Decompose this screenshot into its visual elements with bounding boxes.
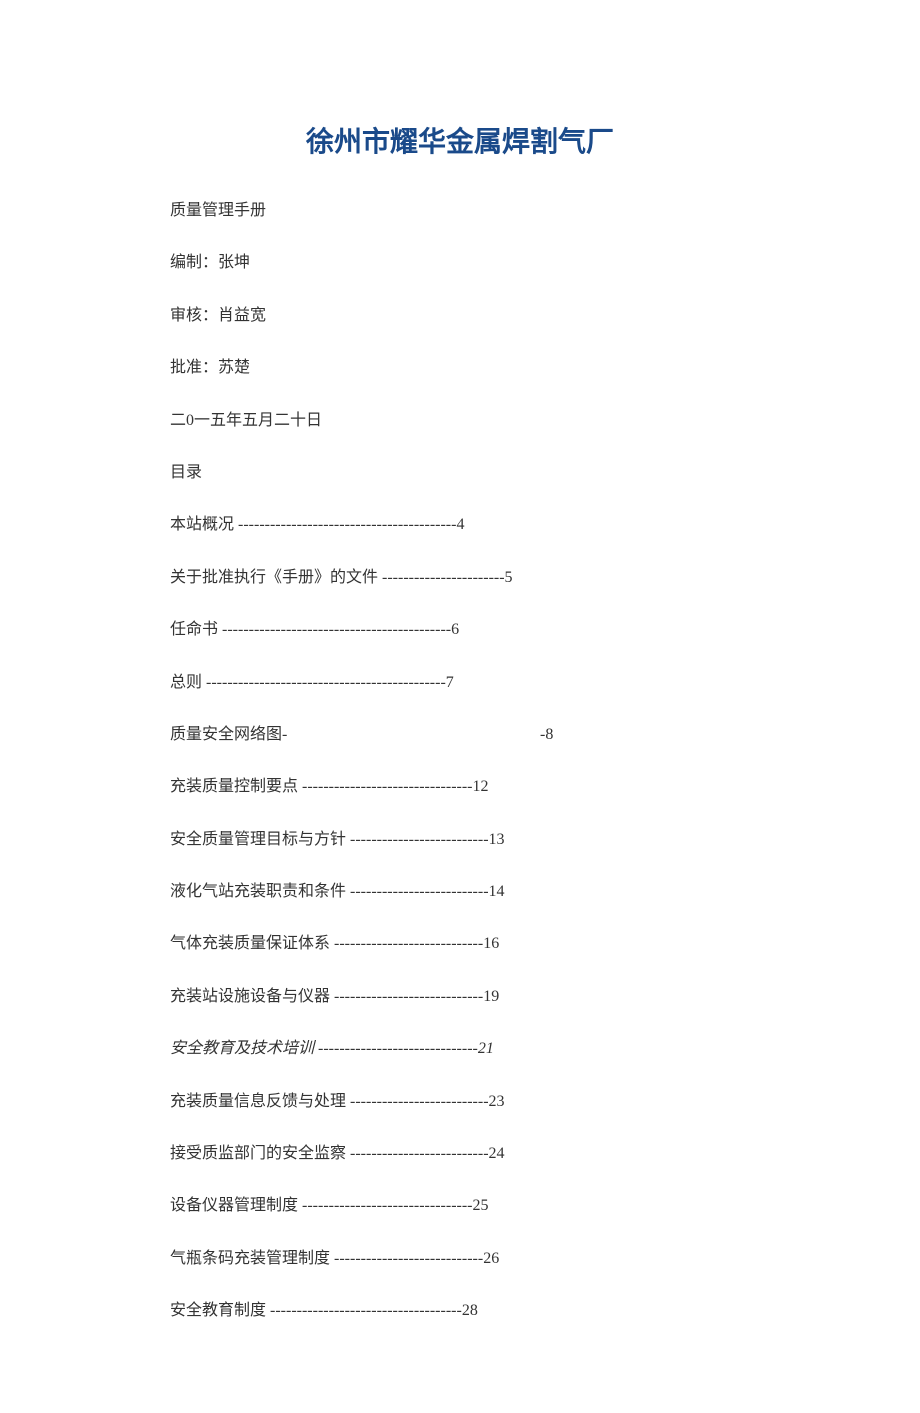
toc-entry-label: 质量安全网络图- [170,724,540,746]
toc-entry: 液化气站充装职责和条件 --------------------------14 [170,881,750,903]
toc-entry: 气瓶条码充装管理制度 ----------------------------2… [170,1248,750,1270]
toc-entry: 充装质量控制要点 -------------------------------… [170,776,750,798]
manual-line: 质量管理手册 [170,200,750,222]
toc-entry: 接受质监部门的安全监察 --------------------------24 [170,1143,750,1165]
toc-entry-network: 质量安全网络图- -8 [170,724,750,746]
toc-entry: 总则 -------------------------------------… [170,672,750,694]
toc-entry: 安全质量管理目标与方针 --------------------------13 [170,829,750,851]
toc-heading: 目录 [170,462,750,484]
document-title: 徐州市耀华金属焊割气厂 [170,120,750,160]
document-page: 徐州市耀华金属焊割气厂 质量管理手册 编制：张坤 审核：肖益宽 批准：苏楚 二0… [0,0,920,1413]
toc-entry: 安全教育及技术培训 ------------------------------… [170,1038,750,1060]
toc-entry: 充装站设施设备与仪器 ----------------------------1… [170,986,750,1008]
toc-entry: 设备仪器管理制度 -------------------------------… [170,1195,750,1217]
compiled-by-line: 编制：张坤 [170,252,750,274]
toc-entry: 安全教育制度 ---------------------------------… [170,1300,750,1322]
toc-entry: 关于批准执行《手册》的文件 -----------------------5 [170,567,750,589]
toc-entry-page: -8 [540,724,553,746]
approved-by-line: 批准：苏楚 [170,357,750,379]
toc-entry: 本站概况 -----------------------------------… [170,514,750,536]
date-line: 二0一五年五月二十日 [170,410,750,432]
toc-entry: 气体充装质量保证体系 ----------------------------1… [170,933,750,955]
toc-entry: 充装质量信息反馈与处理 --------------------------23 [170,1091,750,1113]
toc-entry: 任命书 ------------------------------------… [170,619,750,641]
reviewed-by-line: 审核：肖益宽 [170,305,750,327]
